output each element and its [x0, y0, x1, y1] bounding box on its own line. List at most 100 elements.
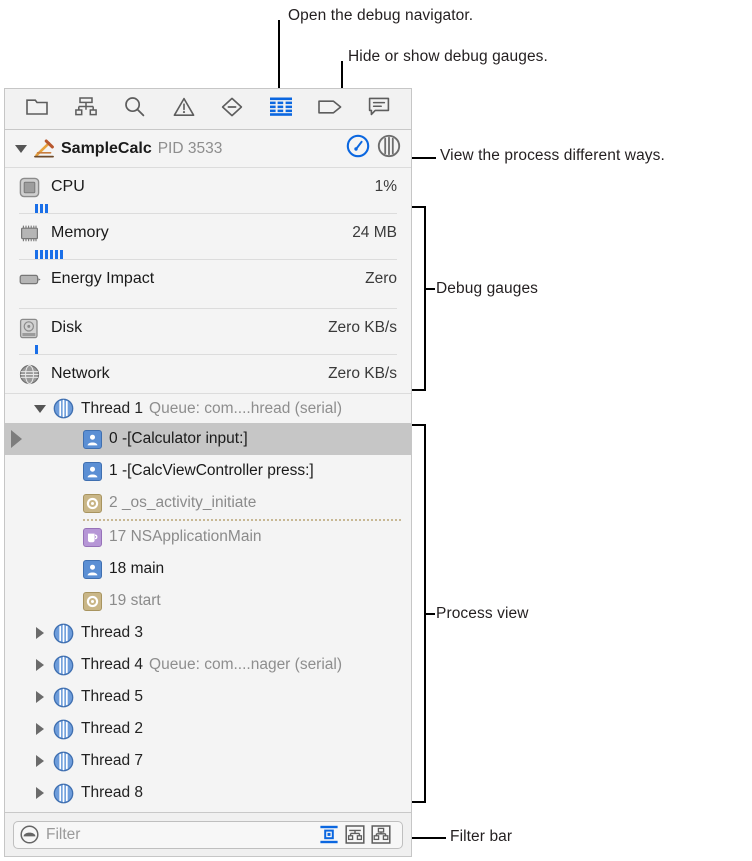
stack-frame-row[interactable]: 1 -[CalcViewController press:] — [5, 455, 411, 487]
folder-icon — [26, 98, 49, 121]
process-pid: PID 3533 — [157, 139, 223, 157]
stack-frame-label: 19 start — [109, 592, 161, 609]
callout-process-view: Process view — [436, 605, 529, 622]
thread-icon — [53, 655, 74, 676]
gauge-label-cpu: CPU — [51, 178, 85, 195]
filter-lens-icon[interactable] — [20, 825, 39, 844]
gauge-row-memory[interactable]: Memory 24 MB — [5, 214, 411, 252]
thread-icon — [53, 751, 74, 772]
diamond-minus-icon — [221, 97, 243, 122]
battery-icon — [19, 272, 49, 286]
thread-row-thread-4[interactable]: Thread 4 Queue: com....nager (serial) — [5, 649, 411, 681]
process-view-section: Thread 1 Queue: com....hread (serial) 0 … — [5, 393, 411, 809]
leader-line-filter-bar — [410, 837, 446, 839]
thread-disclosure-triangle[interactable] — [32, 722, 48, 736]
navigator-tab-project-navigator[interactable] — [20, 94, 54, 124]
screenshot-root: Open the debug navigator. Hide or show d… — [0, 0, 752, 861]
navigator-tab-breakpoint-navigator[interactable] — [313, 94, 347, 124]
xcode-hammer-icon — [33, 139, 55, 159]
thread-row-thread-5[interactable]: Thread 5 — [5, 681, 411, 713]
thread-name: Thread 2 — [81, 720, 144, 737]
threads-view-toggle[interactable] — [377, 134, 401, 163]
callout-hide-show-debug-gauges: Hide or show debug gauges. — [348, 48, 548, 65]
gauge-value-memory: 24 MB — [352, 224, 397, 241]
stack-frame-row[interactable]: 19 start — [5, 585, 411, 617]
leader-line-open-debug-navigator — [278, 20, 280, 88]
gauge-value-cpu: 1% — [374, 178, 397, 195]
thread-disclosure-triangle[interactable] — [32, 754, 48, 768]
navigator-tab-source-control-navigator[interactable] — [69, 94, 103, 124]
gauge-row-disk[interactable]: Disk Zero KB/s — [5, 309, 411, 347]
gauges-view-toggle[interactable] — [346, 134, 370, 163]
gauge-label-energy-impact: Energy Impact — [51, 270, 155, 287]
navigator-tab-test-navigator[interactable] — [215, 94, 249, 124]
thread-row-thread-1[interactable]: Thread 1 Queue: com....hread (serial) — [5, 393, 411, 423]
gauge-value-energy-impact: Zero — [365, 270, 397, 287]
stack-frame-row[interactable]: 0 -[Calculator input:] — [5, 423, 411, 455]
gauge-row-energy-impact[interactable]: Energy Impact Zero — [5, 260, 411, 298]
user-code-frame-icon — [83, 559, 102, 579]
bracket-tick-debug-gauges — [426, 288, 435, 290]
navigator-tab-report-navigator[interactable] — [362, 94, 396, 124]
gauge-label-disk: Disk — [51, 319, 83, 336]
thread-row-thread-7[interactable]: Thread 7 — [5, 745, 411, 777]
thread-queue: Queue: com....nager (serial) — [149, 656, 343, 673]
thread-queue: Queue: com....hread (serial) — [149, 399, 343, 417]
search-icon — [124, 96, 145, 122]
callout-debug-gauges: Debug gauges — [436, 280, 539, 297]
show-all-frames-toggle[interactable] — [370, 825, 392, 845]
gauge-value-network: Zero KB/s — [328, 365, 397, 382]
thread-disclosure-triangle[interactable] — [32, 626, 48, 640]
thread-row-thread-8[interactable]: Thread 8 — [5, 777, 411, 809]
globe-icon — [19, 364, 49, 385]
stack-frame-row[interactable]: 17 NSApplicationMain — [5, 521, 411, 553]
thread-disclosure-triangle[interactable] — [32, 658, 48, 672]
navigator-selector-bar — [5, 89, 411, 130]
thread-name: Thread 7 — [81, 752, 144, 769]
stack-frame-label: 2 _os_activity_initiate — [109, 494, 257, 511]
gauge-row-cpu[interactable]: CPU 1% — [5, 168, 411, 206]
debug-navigator-panel: SampleCalc PID 3533 CPU 1% Memory 24 MB … — [4, 88, 412, 857]
cpu-chip-icon — [19, 177, 49, 198]
debug-gauge-icon — [269, 97, 293, 121]
tag-icon — [318, 99, 342, 120]
bracket-tick-process-view — [426, 613, 435, 615]
navigator-tab-debug-navigator[interactable] — [264, 94, 298, 124]
filter-input-container[interactable]: Filter — [13, 820, 403, 849]
stack-frame-row[interactable]: 18 main — [5, 553, 411, 585]
thread-disclosure-triangle[interactable] — [32, 402, 48, 416]
current-frame-indicator — [5, 423, 27, 455]
navigator-tab-issue-navigator[interactable] — [167, 94, 201, 124]
thread-icon — [53, 623, 74, 644]
stack-frame-label: 1 -[CalcViewController press:] — [109, 462, 314, 479]
stack-frame-label: 18 main — [109, 560, 165, 577]
stack-frame-row[interactable]: 2 _os_activity_initiate — [5, 487, 411, 519]
process-disclosure-triangle[interactable] — [13, 142, 29, 156]
filter-bar: Filter — [5, 812, 411, 856]
thread-disclosure-triangle[interactable] — [32, 690, 48, 704]
thread-icon — [53, 783, 74, 804]
thread-icon — [53, 398, 74, 419]
navigator-tab-find-navigator[interactable] — [118, 94, 152, 124]
system-code-frame-icon — [83, 591, 102, 611]
framework-code-frame-icon — [83, 527, 102, 547]
thread-disclosure-triangle[interactable] — [32, 786, 48, 800]
process-header-row[interactable]: SampleCalc PID 3533 — [5, 130, 411, 168]
hierarchy-icon — [75, 97, 97, 121]
filter-input[interactable]: Filter — [46, 826, 318, 844]
thread-name: Thread 5 — [81, 688, 144, 705]
gauge-label-network: Network — [51, 365, 110, 382]
callout-view-process-different-ways: View the process different ways. — [440, 147, 665, 164]
thread-row-thread-3[interactable]: Thread 3 — [5, 617, 411, 649]
show-only-relevant-frames-toggle[interactable] — [344, 825, 366, 845]
thread-name: Thread 8 — [81, 784, 144, 801]
gauge-row-network[interactable]: Network Zero KB/s — [5, 355, 411, 393]
show-only-crashed-threads-toggle[interactable] — [318, 825, 340, 845]
gauge-value-disk: Zero KB/s — [328, 319, 397, 336]
thread-name: Thread 1 — [81, 399, 144, 417]
gauge-label-memory: Memory — [51, 224, 109, 241]
stack-frame-label: 0 -[Calculator input:] — [109, 430, 248, 447]
hard-disk-icon — [19, 318, 49, 339]
thread-row-thread-2[interactable]: Thread 2 — [5, 713, 411, 745]
thread-name: Thread 3 — [81, 624, 144, 641]
